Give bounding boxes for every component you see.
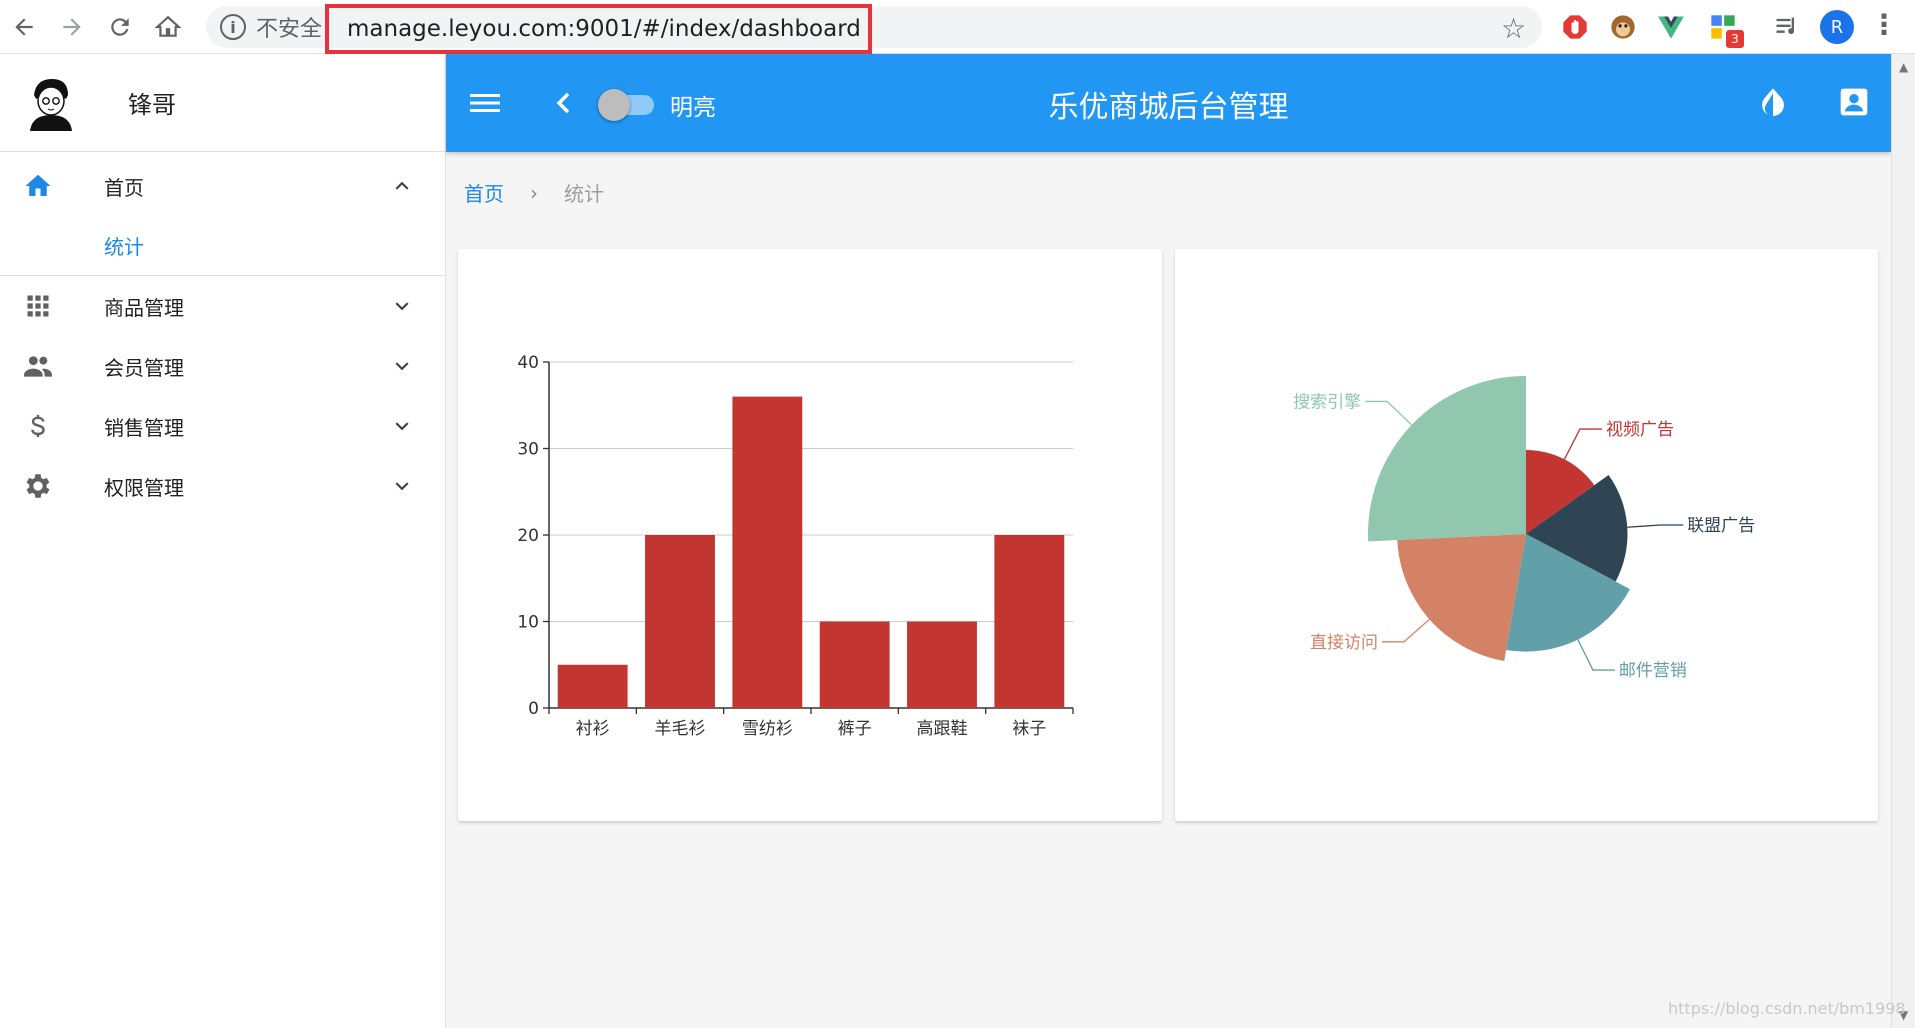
bar[interactable] [907,621,977,709]
url-text[interactable]: manage.leyou.com:9001/#/index/dashboard [325,4,872,54]
sidebar-item-sales[interactable]: 销售管理 [0,396,445,456]
pie-label: 直接访问 [1310,633,1378,653]
bar-chart: 0 10 20 30 40 衬衫 羊毛衫 雪纺衫 裤子 高跟鞋 袜子 [517,353,1074,739]
pie-label-line [1381,618,1430,643]
pie-chart-card: 视频广告联盟广告邮件营销 直接访问 搜索引擎 [1175,249,1878,821]
sidebar: 锋哥 首页 统计 商品管理 会员管理 销售管理 权限管理 [0,54,446,1028]
dollar-icon [31,414,45,438]
pie-label: 联盟广告 [1687,516,1755,536]
chevron-down-icon[interactable] [389,413,415,439]
apps-grid-icon [27,295,49,317]
pie-label: 搜索引擎 [1293,392,1361,412]
x-tick-label: 雪纺衫 [742,719,793,739]
page-scrollbar[interactable]: ▲ ▼ [1891,54,1915,1028]
bar[interactable] [994,535,1065,708]
breadcrumb: 首页 › 统计 [464,178,604,207]
pie-label-line [1627,524,1684,528]
sidebar-subitem-stats[interactable]: 统计 [0,216,445,276]
sidebar-item-label: 首页 [104,175,144,200]
reload-icon[interactable] [96,0,144,54]
app-bar: 明亮 乐优商城后台管理 [446,54,1891,152]
media-queue-icon[interactable] [1770,10,1804,44]
x-tick-label: 羊毛衫 [655,719,706,739]
user-profile: 锋哥 [0,54,445,152]
monkey-extension-icon[interactable] [1606,10,1640,44]
forward-icon[interactable] [48,0,96,54]
user-name: 锋哥 [128,91,176,119]
scroll-up-icon[interactable]: ▲ [1899,60,1908,74]
browser-toolbar: i 不安全 manage.leyou.com:9001/#/index/dash… [0,0,1915,54]
pie-label: 视频广告 [1606,420,1674,440]
pie-label: 邮件营销 [1619,661,1687,681]
page-title: 乐优商城后台管理 [1048,90,1289,125]
home-icon[interactable] [144,0,192,54]
sidebar-item-label: 商品管理 [104,295,184,320]
pie-label-line [1577,639,1615,671]
y-tick-label: 10 [517,613,539,633]
back-icon[interactable] [0,0,48,54]
x-tick-label: 高跟鞋 [917,719,968,739]
breadcrumb-home-link[interactable]: 首页 [464,178,504,207]
pie-slice[interactable] [1397,534,1526,661]
account-box-icon[interactable] [1838,86,1870,122]
home-icon [25,174,51,196]
chevron-right-icon: › [530,180,538,205]
vue-devtools-icon[interactable] [1654,10,1688,44]
chevron-up-icon[interactable] [389,173,415,199]
avatar [26,75,76,131]
chevron-down-icon[interactable] [389,353,415,379]
gear-icon [26,474,50,498]
bar[interactable] [557,664,628,708]
extension-badge: 3 [1726,30,1744,48]
chevron-down-icon[interactable] [389,473,415,499]
bar[interactable] [732,396,803,708]
breadcrumb-current: 统计 [564,182,604,206]
sidebar-item-home[interactable]: 首页 [0,156,445,216]
pie-chart: 视频广告联盟广告邮件营销 直接访问 搜索引擎 [1293,376,1755,681]
bar-chart-card: 0 10 20 30 40 衬衫 羊毛衫 雪纺衫 裤子 高跟鞋 袜子 [458,249,1162,821]
bar[interactable] [645,535,715,708]
bar[interactable] [819,621,890,709]
y-tick-label: 30 [517,440,539,460]
chevron-down-icon[interactable] [389,293,415,319]
extension-puzzle-icon[interactable]: 3 [1706,10,1744,48]
info-icon[interactable]: i [220,14,246,40]
sidebar-item-label: 销售管理 [104,415,184,440]
pie-label-line [1365,400,1413,426]
x-tick-label: 袜子 [1012,719,1046,739]
x-tick-label: 裤子 [838,719,872,739]
sidebar-item-products[interactable]: 商品管理 [0,276,445,336]
sidebar-item-label: 会员管理 [104,355,184,380]
pie-slice[interactable] [1368,376,1526,542]
sidebar-item-label: 权限管理 [104,475,184,500]
security-label: 不安全 [256,17,323,42]
x-tick-label: 衬衫 [576,719,610,739]
y-tick-label: 40 [517,353,539,373]
y-tick-label: 0 [528,699,539,719]
invert-colors-icon[interactable] [1758,86,1788,124]
browser-menu-icon[interactable]: ⋮ [1870,8,1898,41]
sidebar-item-members[interactable]: 会员管理 [0,336,445,396]
watermark: https://blog.csdn.net/bm1998 [1668,999,1906,1018]
bookmark-star-icon[interactable]: ☆ [1501,12,1526,45]
pie-label-line [1563,428,1602,460]
sidebar-item-permissions[interactable]: 权限管理 [0,456,445,516]
people-icon [24,356,52,377]
adblock-extension-icon[interactable] [1558,10,1592,44]
profile-avatar[interactable]: R [1820,10,1854,44]
y-tick-label: 20 [517,526,539,546]
